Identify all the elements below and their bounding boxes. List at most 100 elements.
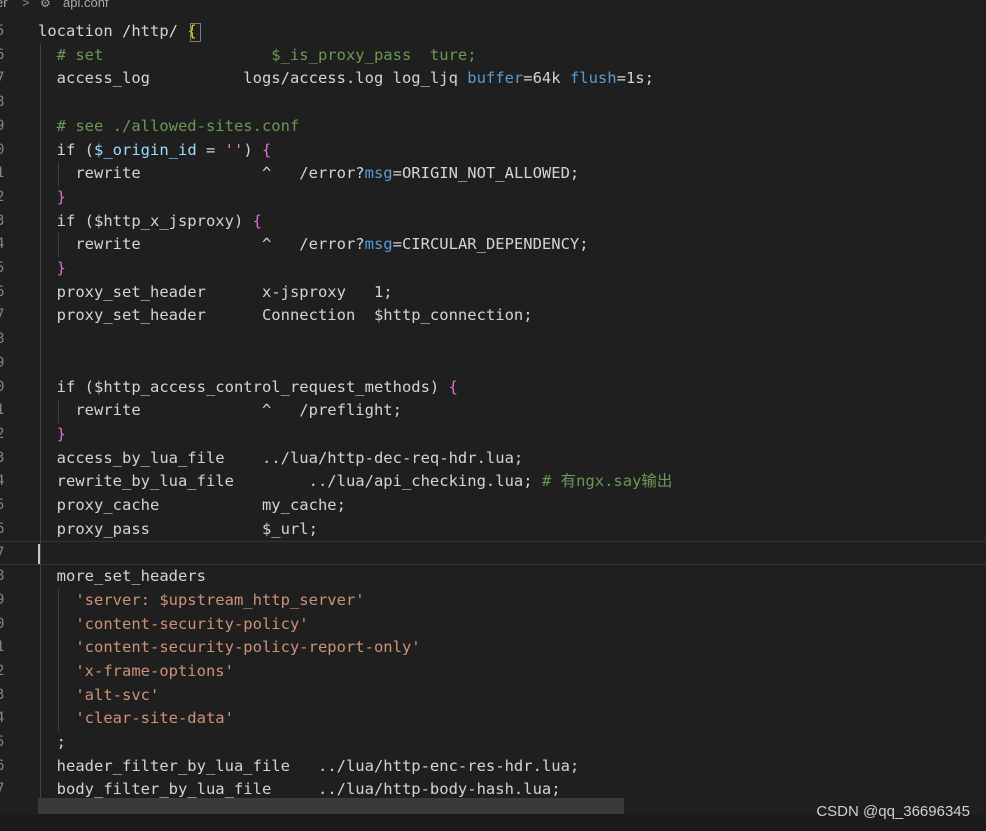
indent-guide (40, 43, 41, 803)
code-token: more_set_headers (38, 567, 206, 586)
code-line[interactable]: 5 } (0, 257, 986, 281)
code-text: rewrite ^ /error?msg=CIRCULAR_DEPENDENCY… (38, 233, 589, 257)
code-text: proxy_pass $_url; (38, 518, 318, 542)
line-number: 5 (0, 260, 5, 276)
line-number: 8 (0, 568, 5, 585)
code-token: =1s; (616, 69, 654, 88)
code-line[interactable]: 0 if ($_origin_id = '') { (0, 139, 986, 163)
code-line[interactable]: 7 access_log logs/access.log log_ljq buf… (0, 67, 986, 91)
code-line[interactable]: 0 if ($http_access_control_request_metho… (0, 376, 986, 400)
code-line[interactable]: 3 'alt-svc' (0, 684, 986, 708)
code-text: } (38, 423, 66, 447)
line-number: 3 (0, 449, 5, 466)
code-line[interactable]: 7 (0, 541, 986, 566)
indent-guide (58, 162, 59, 186)
code-text: } (38, 186, 66, 210)
horizontal-scrollbar[interactable] (38, 798, 624, 814)
code-line[interactable]: 1 rewrite ^ /preflight; (0, 399, 986, 423)
line-number: 5 (0, 23, 5, 39)
breadcrumb-file[interactable]: api.conf (63, 0, 109, 11)
code-text: 'content-security-policy-report-only' (38, 636, 420, 660)
line-number: 1 (0, 402, 5, 419)
code-token: 'server: $upstream_http_server' (38, 590, 365, 609)
code-token: rewrite ^ /error? (38, 235, 365, 254)
line-number: 5 (0, 497, 5, 513)
code-editor[interactable]: 5 location /http/ {6 # set $_is_proxy_pas… (0, 20, 986, 814)
code-line[interactable]: 1 'content-security-policy-report-only' (0, 636, 986, 660)
code-line[interactable]: 6 # set $_is_proxy_pass ture; (0, 44, 986, 68)
code-line[interactable]: 8 (0, 328, 986, 352)
line-number: 5 (0, 734, 5, 750)
code-text: rewrite ^ /error?msg=ORIGIN_NOT_ALLOWED; (38, 162, 579, 186)
code-line[interactable]: 2 'x-frame-options' (0, 660, 986, 684)
breadcrumb-folder[interactable]: er (0, 0, 8, 11)
code-text: proxy_set_header Connection $http_connec… (38, 304, 533, 328)
code-token: # see ./allowed-sites.conf (38, 116, 300, 135)
code-text: proxy_set_header x-jsproxy 1; (38, 281, 393, 305)
code-line[interactable]: 5 location /http/ { (0, 20, 986, 44)
line-number: 3 (0, 212, 5, 229)
gear-icon: ⚙ (40, 0, 51, 10)
line-number: 9 (0, 591, 5, 608)
watermark-text: CSDN @qq_36696345 (816, 803, 970, 820)
code-line[interactable]: 5 proxy_cache my_cache; (0, 494, 986, 518)
code-line[interactable]: 2 } (0, 423, 986, 447)
code-line[interactable]: 3 if ($http_x_jsproxy) { (0, 210, 986, 234)
code-token: # 有ngx.say输出 (541, 472, 673, 491)
code-line[interactable]: 8 (0, 91, 986, 115)
line-number: 6 (0, 757, 5, 774)
code-text: access_by_lua_file ../lua/http-dec-req-h… (38, 447, 524, 471)
code-text: if ($_origin_id = '') { (38, 139, 272, 163)
code-token: proxy_pass $_url; (38, 519, 318, 538)
line-number: 4 (0, 236, 5, 253)
code-token: { (448, 377, 458, 396)
code-text: # see ./allowed-sites.conf (38, 115, 300, 139)
code-line[interactable]: 6 header_filter_by_lua_file ../lua/http-… (0, 755, 986, 779)
line-number: 3 (0, 686, 5, 703)
code-line[interactable]: 5 ; (0, 731, 986, 755)
code-text: 'x-frame-options' (38, 660, 234, 684)
breadcrumb: er > ⚙ api.conf (0, 0, 986, 16)
code-token: if ($http_access_control_request_methods… (38, 377, 449, 396)
code-token: flush (569, 69, 617, 88)
code-text: location /http/ { (38, 20, 197, 44)
breadcrumb-separator: > (22, 0, 30, 10)
code-text: 'server: $upstream_http_server' (38, 589, 365, 613)
code-text: rewrite_by_lua_file ../lua/api_checking.… (38, 470, 673, 494)
code-token: proxy_set_header Connection $http_connec… (38, 306, 533, 325)
code-line[interactable]: 8 more_set_headers (0, 565, 986, 589)
code-token: ) (243, 140, 262, 159)
code-line[interactable]: 0 'content-security-policy' (0, 613, 986, 637)
code-text: 'alt-svc' (38, 684, 159, 708)
code-token: buffer (467, 69, 524, 88)
code-token: =64k (523, 69, 570, 88)
code-token: location /http/ (38, 22, 188, 40)
line-number: 0 (0, 141, 5, 158)
line-number: 0 (0, 378, 5, 395)
line-number: 4 (0, 710, 5, 727)
code-token: } (38, 187, 66, 206)
bracket-match-highlight (190, 23, 201, 42)
code-line[interactable]: 7 proxy_set_header Connection $http_conn… (0, 304, 986, 328)
code-line[interactable]: 1 rewrite ^ /error?msg=ORIGIN_NOT_ALLOWE… (0, 162, 986, 186)
code-token: rewrite ^ /error? (38, 164, 365, 183)
code-line[interactable]: 6 proxy_set_header x-jsproxy 1; (0, 281, 986, 305)
code-line[interactable]: 4 rewrite_by_lua_file ../lua/api_checkin… (0, 470, 986, 494)
line-number: 7 (0, 70, 5, 87)
code-line[interactable]: 9 'server: $upstream_http_server' (0, 589, 986, 613)
code-line[interactable]: 6 proxy_pass $_url; (0, 518, 986, 542)
line-number: 6 (0, 283, 5, 300)
code-text: if ($http_access_control_request_methods… (38, 376, 458, 400)
code-line[interactable]: 4 'clear-site-data' (0, 707, 986, 731)
code-line[interactable]: 4 rewrite ^ /error?msg=CIRCULAR_DEPENDEN… (0, 233, 986, 257)
code-line[interactable]: 3 access_by_lua_file ../lua/http-dec-req… (0, 447, 986, 471)
code-line[interactable]: 2 } (0, 186, 986, 210)
code-token: msg (364, 235, 393, 254)
indent-guide (58, 588, 59, 731)
code-line[interactable]: 9 (0, 352, 986, 376)
code-text: more_set_headers (38, 565, 206, 589)
code-line[interactable]: 9 # see ./allowed-sites.conf (0, 115, 986, 139)
code-token: proxy_cache my_cache; (38, 496, 346, 514)
line-number: 8 (0, 94, 5, 111)
code-token: =CIRCULAR_DEPENDENCY; (392, 235, 589, 254)
